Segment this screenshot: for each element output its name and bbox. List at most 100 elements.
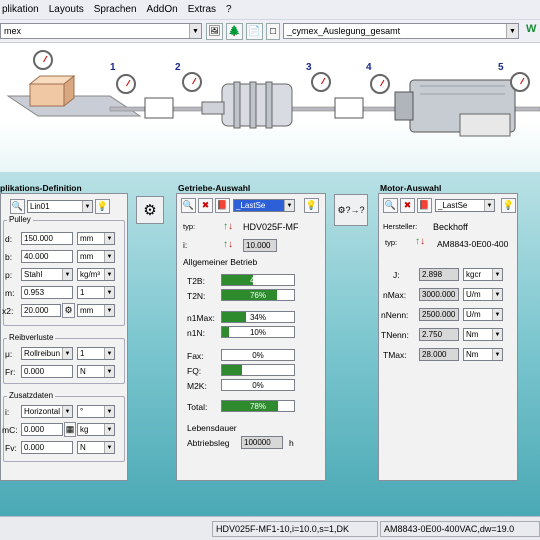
gauge-icon: [182, 72, 202, 92]
gauge-icon: [116, 74, 136, 94]
mass-input[interactable]: 0.953: [21, 286, 73, 299]
unit-value: N: [80, 443, 86, 452]
delete-icon[interactable]: ✖: [198, 198, 213, 213]
t2b-value: 43%: [249, 275, 266, 285]
x2-unit-select[interactable]: mm ▼: [77, 304, 115, 317]
delete-icon[interactable]: ✖: [400, 198, 415, 213]
motor-select-button[interactable]: ⚙?→?: [334, 194, 368, 226]
extra-mass-unit-select[interactable]: kg ▼: [77, 423, 115, 436]
field-label: TNenn:: [381, 330, 409, 340]
stage-label-2: 2: [175, 62, 181, 73]
total-label: Total:: [187, 402, 208, 412]
mass-unit-select[interactable]: 1 ▼: [77, 286, 115, 299]
unit-value: 1: [80, 288, 85, 297]
calculator-icon[interactable]: ▦: [64, 422, 76, 437]
coupling-select-button[interactable]: ⚙: [136, 196, 164, 224]
bar-label: FQ:: [187, 366, 202, 376]
catalog-icon[interactable]: 📕: [215, 198, 230, 213]
menu-addon[interactable]: AddOn: [147, 4, 178, 15]
field-label: TMax:: [383, 350, 407, 360]
unit-value: kgcr: [466, 270, 482, 279]
menu-extras[interactable]: Extras: [188, 4, 216, 15]
search-icon[interactable]: 🔍: [10, 199, 25, 214]
nmax-unit-select[interactable]: U/m ▼: [463, 288, 503, 301]
document-icon[interactable]: 📄: [246, 23, 263, 40]
lightbulb-icon[interactable]: 💡: [501, 198, 516, 213]
up-down-arrows-icon[interactable]: ↑↓: [223, 239, 233, 250]
angle-unit-select[interactable]: ° ▼: [77, 405, 115, 418]
tree-icon[interactable]: 🌲: [226, 23, 243, 40]
status-motor: AM8843-0E00-400VAC,dw=19.0: [380, 521, 540, 537]
friction-type-select[interactable]: Rollreibun ▼: [21, 347, 73, 360]
motor-combo[interactable]: _LastSe ▼: [435, 199, 495, 212]
nmax-value: 3000.000: [419, 288, 459, 301]
unit-value: mm: [80, 306, 94, 315]
nnenn-unit-select[interactable]: U/m ▼: [463, 308, 503, 321]
extra-force-input[interactable]: 0.000: [21, 441, 73, 454]
material-select[interactable]: Stahl ▼: [21, 268, 73, 281]
diameter-unit-select[interactable]: mm ▼: [77, 232, 115, 245]
calculator-icon[interactable]: ⚙: [62, 303, 75, 318]
toolbar: mex ▼ 🖼 🌲 📄 ☐ _cymex_Auslegung_gesamt ▼ …: [0, 20, 540, 43]
n1max-value: 34%: [249, 312, 266, 322]
friction-force-unit-select[interactable]: N ▼: [77, 365, 115, 378]
lightbulb-icon[interactable]: 💡: [95, 199, 110, 214]
tmax-value: 28.000: [419, 348, 459, 361]
friction-force-input[interactable]: 0.000: [21, 365, 73, 378]
width-input[interactable]: 40.000: [21, 250, 73, 263]
up-down-arrows-icon[interactable]: ↑↓: [223, 221, 233, 232]
checkbox-icon[interactable]: ☐: [266, 23, 280, 40]
inertia-value: 2.898: [419, 268, 459, 281]
tnenn-unit-select[interactable]: Nm ▼: [463, 328, 503, 341]
search-icon[interactable]: 🔍: [383, 198, 398, 213]
project-combo[interactable]: mex ▼: [0, 23, 202, 39]
chevron-down-icon: ▼: [104, 424, 114, 435]
friction-unit-select[interactable]: 1 ▼: [77, 347, 115, 360]
unit-value: U/m: [466, 290, 481, 299]
fax-bar: 0%: [221, 349, 295, 361]
tnenn-value: 2.750: [419, 328, 459, 341]
x2-input[interactable]: 20.000: [21, 304, 61, 317]
n1n-value: 10%: [249, 327, 266, 337]
gearbox-combo-value: _LastSe: [236, 201, 266, 210]
chevron-down-icon: ▼: [104, 348, 114, 359]
manufacturer-value: Beckhoff: [433, 222, 468, 232]
density-unit-select[interactable]: kg/m³ ▼: [77, 268, 115, 281]
chevron-down-icon: ▼: [492, 289, 502, 300]
unit-value: N: [80, 367, 86, 376]
menu-sprachen[interactable]: Sprachen: [94, 4, 137, 15]
orientation-select[interactable]: Horizontal ▼: [21, 405, 73, 418]
unit-value: U/m: [466, 310, 481, 319]
unit-value: kg: [80, 425, 89, 434]
lightbulb-icon[interactable]: 💡: [304, 198, 319, 213]
tmax-unit-select[interactable]: Nm ▼: [463, 348, 503, 361]
diameter-input[interactable]: 150.000: [21, 232, 73, 245]
chevron-down-icon: ▼: [62, 406, 72, 417]
application-type-select[interactable]: Lin01 ▼: [27, 200, 93, 213]
open-icon[interactable]: 🖼: [206, 23, 223, 40]
total-bar: 78%: [221, 400, 295, 412]
stage-label-3: 3: [306, 62, 312, 73]
gauge-icon: [311, 72, 331, 92]
search-icon[interactable]: 🔍: [181, 198, 196, 213]
extra-force-unit-select[interactable]: N ▼: [77, 441, 115, 454]
gearbox-panel-title: Getriebe-Auswahl: [178, 183, 251, 193]
n1max-bar: 34%: [221, 311, 295, 323]
menu-help[interactable]: ?: [226, 4, 232, 15]
menu-applikation[interactable]: plikation: [2, 4, 39, 15]
width-unit-select[interactable]: mm ▼: [77, 250, 115, 263]
application-type-value: Lin01: [30, 202, 50, 211]
gearbox-combo[interactable]: _LastSe ▼: [233, 199, 295, 212]
config-combo[interactable]: _cymex_Auslegung_gesamt ▼: [283, 23, 519, 39]
catalog-icon[interactable]: 📕: [417, 198, 432, 213]
motor-panel-title: Motor-Auswahl: [380, 183, 442, 193]
friction-type-value: Rollreibun: [24, 349, 61, 358]
extra-mass-input[interactable]: 0.000: [21, 423, 63, 436]
inertia-unit-select[interactable]: kgcr ▼: [463, 268, 503, 281]
stage-label-5: 5: [498, 62, 504, 73]
menu-layouts[interactable]: Layouts: [49, 4, 84, 15]
field-label: Fr:: [5, 367, 16, 377]
up-down-arrows-icon[interactable]: ↑↓: [415, 236, 425, 247]
field-label: nNenn:: [381, 310, 409, 320]
chevron-down-icon: ▼: [104, 366, 114, 377]
